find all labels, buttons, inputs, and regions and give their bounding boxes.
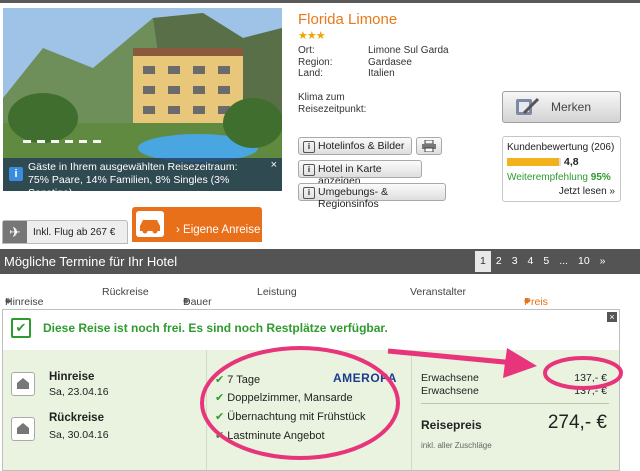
annotation-circle-features [200, 346, 400, 460]
annotation-overlay [200, 346, 623, 460]
annotation-arrowhead [503, 348, 537, 378]
annotation-arrow [387, 348, 516, 366]
annotation-circle-price [543, 356, 623, 390]
